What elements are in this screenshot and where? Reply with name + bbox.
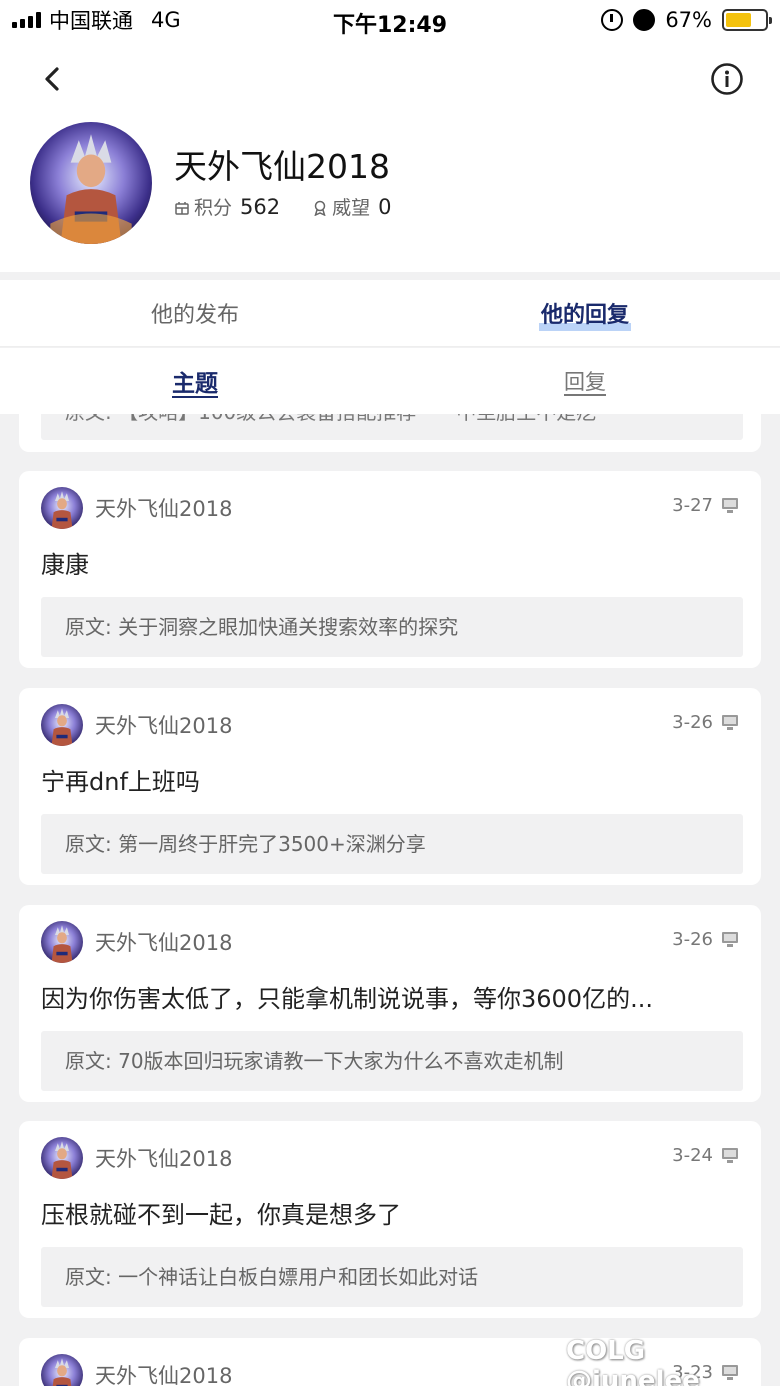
quote-prefix: 原文:	[65, 1049, 119, 1073]
computer-icon	[721, 1147, 739, 1164]
avatar-image	[30, 122, 152, 244]
reply-username[interactable]: 天外飞仙2018	[95, 710, 232, 740]
reply-card[interactable]: 天外飞仙2018 3-26 宁再dnf上班吗 原文: 第一周终于肝完了3500+…	[19, 688, 761, 885]
computer-icon	[721, 714, 739, 731]
reply-date-text: 3-24	[672, 1144, 713, 1166]
reply-card-header: 天外飞仙2018 3-26	[41, 921, 739, 963]
avatar[interactable]	[41, 704, 83, 746]
carrier-label: 中国联通	[49, 9, 133, 33]
subtab-topics[interactable]: 主题	[0, 348, 390, 414]
info-icon	[711, 63, 743, 95]
watermark: COLG @junelee	[566, 1336, 700, 1386]
quote-title: 关于洞察之眼加快通关搜索效率的探究	[118, 615, 459, 639]
network-label: 4G	[151, 8, 181, 32]
avatar[interactable]	[41, 487, 83, 529]
reply-content: 因为你伤害太低了，只能拿机制说说事，等你3600亿的...	[41, 985, 653, 1013]
rotation-lock-icon	[601, 9, 624, 31]
quote-title: 70版本回归玩家请教一下大家为什么不喜欢走机制	[118, 1049, 564, 1073]
points-label: 积分	[194, 197, 233, 219]
subtab-topics-label: 主题	[172, 371, 218, 397]
points-value: 562	[240, 194, 281, 219]
prestige-icon	[312, 199, 328, 216]
sub-tab-bar: 主题 回复	[0, 348, 780, 414]
battery-percent: 67%	[665, 8, 712, 32]
subtab-replies[interactable]: 回复	[390, 348, 780, 414]
prestige-stat: 威望 0	[312, 193, 392, 220]
reply-quote[interactable]: 原文: 一个神话让白板白嫖用户和团长如此对话	[41, 1247, 743, 1307]
tab-his-replies-label: 他的回复	[538, 297, 632, 331]
reply-quote[interactable]: 原文: 【攻略】100级公会装备搭配推荐——中坐胎王不是疙	[41, 414, 743, 440]
reply-username[interactable]: 天外飞仙2018	[95, 1143, 232, 1173]
reply-date: 3-26	[672, 712, 739, 733]
reply-card[interactable]: 天外飞仙2018 3-26 因为你伤害太低了，只能拿机制说说事，等你3600亿的…	[19, 905, 761, 1102]
reply-date-text: 3-27	[672, 494, 713, 516]
reply-card-header: 天外飞仙2018 3-27	[41, 487, 739, 529]
reply-card[interactable]: 天外飞仙2018 3-24 压根就碰不到一起，你真是想多了 原文: 一个神话让白…	[19, 1121, 761, 1318]
reply-content: 康康	[41, 551, 89, 579]
prestige-value: 0	[378, 194, 392, 219]
quote-prefix: 原文:	[65, 1265, 119, 1289]
subtab-replies-label: 回复	[564, 370, 606, 394]
prestige-label: 威望	[332, 197, 371, 219]
profile-header: 天外飞仙2018 积分 562 威望 0	[0, 40, 780, 272]
quote-prefix: 原文:	[65, 832, 119, 856]
reply-quote[interactable]: 原文: 关于洞察之眼加快通关搜索效率的探究	[41, 597, 743, 657]
reply-date-text: 3-26	[672, 711, 713, 733]
reply-username[interactable]: 天外飞仙2018	[95, 1360, 232, 1386]
info-button[interactable]	[710, 62, 744, 96]
tab-his-posts[interactable]: 他的发布	[0, 280, 390, 346]
points-icon	[174, 199, 190, 215]
quote-prefix: 原文:	[65, 615, 119, 639]
back-arrow-icon	[45, 67, 59, 91]
tab-his-replies[interactable]: 他的回复	[390, 280, 780, 346]
points-stat: 积分 562	[174, 193, 280, 220]
reply-username[interactable]: 天外飞仙2018	[95, 493, 232, 523]
profile-stats: 积分 562 威望 0	[174, 193, 424, 220]
status-bar: 中国联通 4G 下午12:49 67%	[0, 0, 780, 40]
reply-username[interactable]: 天外飞仙2018	[95, 927, 232, 957]
avatar[interactable]	[41, 921, 83, 963]
signal-icon	[12, 12, 41, 28]
reply-card-header: 天外飞仙2018 3-26	[41, 704, 739, 746]
quote-title: 一个神话让白板白嫖用户和团长如此对话	[118, 1265, 479, 1289]
computer-icon	[721, 931, 739, 948]
avatar[interactable]	[41, 1354, 83, 1386]
reply-date: 3-27	[672, 495, 739, 516]
reply-content: 压根就碰不到一起，你真是想多了	[41, 1201, 401, 1229]
alarm-icon	[633, 9, 656, 31]
main-tab-bar: 他的发布 他的回复	[0, 280, 780, 347]
reply-content: 宁再dnf上班吗	[41, 768, 200, 796]
reply-date-text: 3-26	[672, 928, 713, 950]
reply-date: 3-26	[672, 929, 739, 950]
avatar[interactable]	[41, 1137, 83, 1179]
battery-icon	[722, 9, 772, 31]
reply-card[interactable]: 天外飞仙2018 3-27 康康 原文: 关于洞察之眼加快通关搜索效率的探究	[19, 471, 761, 668]
reply-quote[interactable]: 原文: 第一周终于肝完了3500+深渊分享	[41, 814, 743, 874]
tab-his-posts-label: 他的发布	[150, 303, 239, 328]
reply-date: 3-24	[672, 1145, 739, 1166]
reply-card-partial[interactable]: 原文: 【攻略】100级公会装备搭配推荐——中坐胎王不是疙	[19, 414, 761, 452]
avatar[interactable]	[30, 122, 152, 244]
quote-title: 第一周终于肝完了3500+深渊分享	[118, 832, 426, 856]
reply-card-header: 天外飞仙2018 3-24	[41, 1137, 739, 1179]
reply-quote[interactable]: 原文: 70版本回归玩家请教一下大家为什么不喜欢走机制	[41, 1031, 743, 1091]
profile-username: 天外飞仙2018	[174, 147, 390, 186]
computer-icon	[721, 497, 739, 514]
back-button[interactable]	[38, 64, 68, 94]
